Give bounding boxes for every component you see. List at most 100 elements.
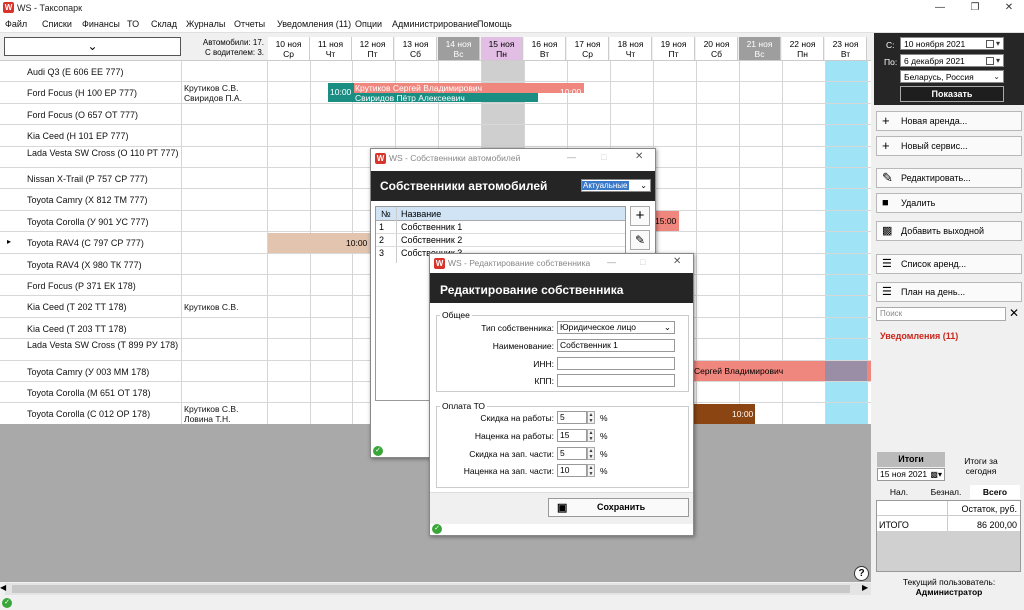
scroll-left-icon[interactable]: ◀ <box>0 583 6 592</box>
scroll-right-icon[interactable]: ▶ <box>862 583 868 592</box>
minimize-icon[interactable]: — <box>567 152 576 162</box>
day-dow: Сб <box>409 49 421 59</box>
edit-button[interactable]: ✎ Редактировать... <box>876 168 1022 188</box>
menu-notifications[interactable]: Уведомления (11) <box>277 19 351 29</box>
menu-lists[interactable]: Списки <box>42 19 72 29</box>
day-date: 10 ноя <box>275 39 302 49</box>
rental-bar-corolla2[interactable]: 10:00 <box>690 404 755 424</box>
rental-bar-rav4[interactable]: 10:00 <box>268 233 372 253</box>
balance-column-header: Остаток, руб. <box>961 504 1017 514</box>
rent-list-button[interactable]: ☰ Список аренд... <box>876 254 1022 274</box>
notifications-link[interactable]: Уведомления (11) <box>880 331 958 341</box>
show-button[interactable]: Показать <box>900 86 1004 102</box>
car-name: Kia Ceed (Т 203 ТТ 178) <box>27 323 127 334</box>
add-owner-button[interactable]: + <box>630 206 650 226</box>
current-user-name: Администратор <box>915 587 983 597</box>
maximize-icon: □ <box>640 257 646 267</box>
plus-icon: + <box>882 113 890 128</box>
group-label: Общее <box>440 310 472 320</box>
discount-work-input[interactable]: 5 <box>557 411 587 424</box>
menu-help[interactable]: Помощь <box>477 19 512 29</box>
menu-file[interactable]: Файл <box>5 19 27 29</box>
save-button[interactable]: ▣ Сохранить <box>548 498 689 517</box>
totals-date-picker[interactable]: 15 ноя 2021 ▩▾ <box>877 468 945 481</box>
totals-table: Остаток, руб. ИТОГО 86 200,00 <box>876 500 1021 572</box>
add-dayoff-button[interactable]: ▩ Добавить выходной <box>876 221 1022 241</box>
from-label: С: <box>886 40 895 50</box>
filter-select[interactable]: Актуальные ⌄ <box>581 179 651 192</box>
minimize-button[interactable]: — <box>925 0 955 16</box>
calendar-icon <box>986 40 994 48</box>
collapse-all-button[interactable]: ⌄ <box>4 37 181 56</box>
spinner-icon[interactable]: ▲ ▼ <box>587 429 595 442</box>
owner-name-input[interactable]: Собственник 1 <box>557 339 675 352</box>
clear-search-icon[interactable]: ✕ <box>1009 306 1019 320</box>
chevron-down-icon: ⌄ <box>640 181 647 190</box>
current-user: Текущий пользователь: Администратор <box>876 577 1022 597</box>
delete-button[interactable]: ■ Удалить <box>876 193 1022 213</box>
search-input[interactable]: Поиск <box>876 307 1006 321</box>
rental-bar-camry-overlap <box>825 361 867 381</box>
rental-bar-corolla[interactable]: 15:00 <box>655 211 679 231</box>
close-icon[interactable]: ✕ <box>635 151 643 162</box>
to-date-picker[interactable]: 6 декабря 2021 ▾ <box>900 54 1004 67</box>
day-header: 11 ноя Чт <box>310 37 352 60</box>
tab-cash[interactable]: Нал. <box>877 485 921 499</box>
maximize-button[interactable]: ❐ <box>960 0 990 16</box>
edit-owner-dialog[interactable]: W WS - Редактирование собственника — □ ✕… <box>429 253 694 536</box>
menu-reports[interactable]: Отчеты <box>234 19 265 29</box>
from-date-picker[interactable]: 10 ноября 2021 ▾ <box>900 37 1004 50</box>
day-dow: Чт <box>325 49 336 59</box>
edit-owner-button[interactable]: ✎ <box>630 230 650 250</box>
table-row[interactable]: 1 Собственник 1 <box>376 221 625 234</box>
day-plan-button[interactable]: ☰ План на день... <box>876 282 1022 302</box>
menu-options[interactable]: Опции <box>355 19 382 29</box>
kpp-input[interactable] <box>557 374 675 387</box>
car-row[interactable]: Kia Ceed (Н 101 ЕР 777) <box>0 125 871 147</box>
region-select[interactable]: Беларусь, Россия ⌄ <box>900 70 1004 83</box>
owner-name-label: Наименование: <box>492 341 554 351</box>
spinner-icon[interactable]: ▲ ▼ <box>587 464 595 477</box>
pencil-icon: ✎ <box>634 233 646 247</box>
day-header: 20 ноя Сб <box>696 37 738 60</box>
owner-type-select[interactable]: Юридическое лицо ⌄ <box>557 321 675 334</box>
menu-finance[interactable]: Финансы <box>82 19 120 29</box>
day-header: 23 ноя Вт <box>825 37 867 60</box>
chevron-down-icon: ⌄ <box>993 72 1000 81</box>
inn-input[interactable] <box>557 357 675 370</box>
menu-journals[interactable]: Журналы <box>186 19 225 29</box>
car-name: Toyota Camry (У 003 ММ 178) <box>27 366 150 377</box>
spinner-icon[interactable]: ▲ ▼ <box>587 411 595 424</box>
day-header: 19 ноя Пт <box>653 37 695 60</box>
totals-today-link[interactable]: Итоги за сегодня <box>955 456 1007 476</box>
close-icon[interactable]: ✕ <box>673 256 681 267</box>
app-logo-icon: W <box>3 2 14 13</box>
table-row[interactable]: 2 Собственник 2 <box>376 234 625 247</box>
day-dow: Пт <box>367 49 378 59</box>
tab-noncash[interactable]: Безнал. <box>922 485 970 499</box>
menu-to[interactable]: ТО <box>127 19 139 29</box>
car-drivers: Крутиков С.В. Свиридов П.А. <box>184 83 242 104</box>
menu-administration[interactable]: Администрирование <box>392 19 478 29</box>
discount-parts-input[interactable]: 5 <box>557 447 587 460</box>
day-date: 23 ноя <box>832 39 859 49</box>
day-dow: Вт <box>539 49 550 59</box>
scrollbar-thumb[interactable] <box>12 585 850 593</box>
day-header: 18 ноя Чт <box>610 37 652 60</box>
minimize-icon[interactable]: — <box>607 257 616 267</box>
new-service-button[interactable]: + Новый сервис... <box>876 136 1022 156</box>
markup-work-input[interactable]: 15 <box>557 429 587 442</box>
chevron-down-icon: ⌄ <box>87 39 98 53</box>
car-row[interactable]: Ford Focus (О 657 ОТ 777) <box>0 104 871 126</box>
spinner-icon[interactable]: ▲ ▼ <box>587 447 595 460</box>
day-header: 21 ноя Вс <box>739 37 781 60</box>
menu-warehouse[interactable]: Склад <box>151 19 177 29</box>
new-rent-button[interactable]: + Новая аренда... <box>876 111 1022 131</box>
help-icon[interactable]: ? <box>854 566 869 581</box>
day-dow: Вс <box>754 49 765 59</box>
close-button[interactable]: ✕ <box>994 0 1024 16</box>
markup-parts-input[interactable]: 10 <box>557 464 587 477</box>
tab-all[interactable]: Всего <box>970 485 1020 499</box>
car-row[interactable]: Audi Q3 (Е 606 ЕЕ 777) <box>0 61 871 83</box>
chevron-down-icon: ▾ <box>995 56 1000 65</box>
